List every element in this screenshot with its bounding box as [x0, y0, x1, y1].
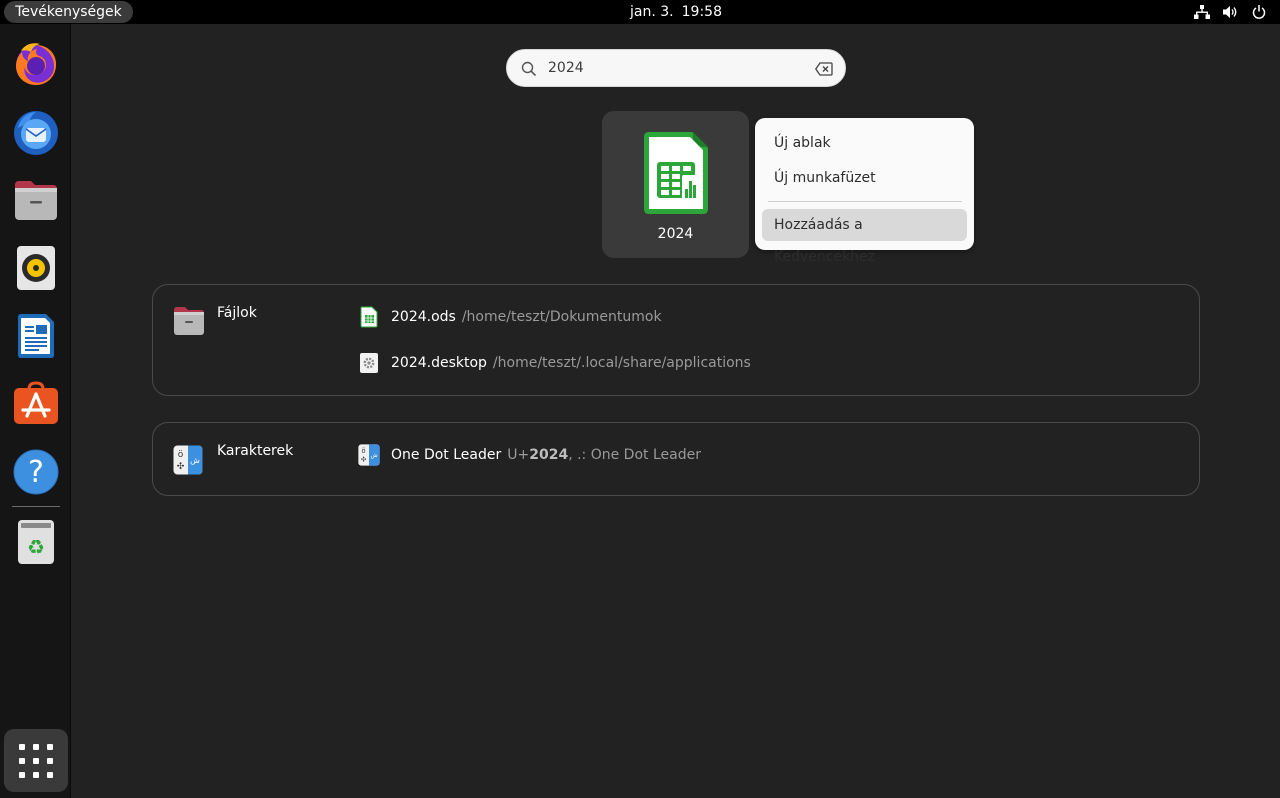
svg-text:ö: ö	[178, 450, 184, 460]
file-name: 2024.ods	[391, 309, 456, 325]
menu-separator	[768, 201, 962, 202]
system-tray[interactable]	[1194, 3, 1266, 21]
menu-item-new-spreadsheet[interactable]: Új munkafüzet	[762, 162, 967, 194]
svg-text:✣: ✣	[361, 456, 367, 464]
app-result-label: 2024	[657, 226, 694, 242]
characters-app-icon: ö ✣ ش	[173, 445, 203, 479]
search-input[interactable]: 2024	[506, 49, 846, 87]
file-result-row[interactable]: 2024.ods /home/teszt/Dokumentumok	[357, 305, 662, 329]
spreadsheet-file-icon	[357, 305, 381, 329]
clock-date: jan. 3.	[630, 4, 674, 20]
file-result-row[interactable]: 2024.desktop /home/teszt/.local/share/ap…	[357, 351, 751, 375]
file-path: /home/teszt/Dokumentumok	[461, 309, 662, 325]
desktop-file-icon	[357, 351, 381, 375]
libreoffice-calc-icon	[642, 131, 710, 219]
character-name: One Dot Leader	[391, 447, 502, 463]
dock-separator	[12, 506, 60, 507]
character-result-row[interactable]: ö ✣ ش One Dot Leader U+2024, .: One Dot …	[357, 443, 701, 467]
menu-item-add-to-favorites[interactable]: Hozzáadás a Kedvencekhez	[762, 209, 967, 265]
svg-text:?: ?	[28, 455, 44, 490]
search-value[interactable]: 2024	[548, 50, 584, 86]
menu-item-new-window[interactable]: Új ablak	[762, 127, 967, 159]
thunderbird-icon[interactable]	[10, 106, 62, 158]
files-icon[interactable]	[10, 174, 62, 226]
svg-text:ö: ö	[361, 447, 365, 455]
network-icon[interactable]	[1194, 5, 1210, 19]
file-path: /home/teszt/.local/share/applications	[492, 355, 751, 371]
svg-text:♻: ♻	[27, 535, 45, 559]
context-menu: Új ablak Új munkafüzet Hozzáadás a Kedve…	[755, 118, 974, 265]
search-icon	[521, 61, 537, 81]
activities-button[interactable]: Tevékenységek	[4, 1, 133, 23]
clock-time: 19:58	[681, 4, 722, 20]
firefox-icon[interactable]	[10, 38, 62, 90]
svg-text:✣: ✣	[177, 462, 185, 472]
trash-icon[interactable]: ♻	[10, 516, 62, 568]
top-bar: Tevékenységek jan. 3. 19:58	[0, 0, 1280, 24]
app-center-icon[interactable]	[10, 378, 62, 430]
files-results-panel: Fájlok 2024.ods /home/teszt/Dokumentumok…	[152, 284, 1200, 396]
dock: ? ♻	[0, 24, 71, 798]
files-icon	[173, 306, 205, 340]
svg-text:ش: ش	[190, 456, 200, 465]
file-name: 2024.desktop	[391, 355, 487, 371]
volume-icon[interactable]	[1223, 5, 1239, 19]
characters-app-icon: ö ✣ ش	[357, 443, 381, 467]
characters-results-panel: ö ✣ ش Karakterek ö ✣ ش One Dot Leader U+…	[152, 422, 1200, 496]
app-result-2024[interactable]: 2024	[602, 111, 749, 258]
clear-search-icon[interactable]	[815, 61, 833, 80]
power-icon[interactable]	[1252, 5, 1266, 19]
character-code: U+2024, .: One Dot Leader	[507, 447, 701, 463]
svg-text:ش: ش	[371, 453, 378, 459]
libreoffice-writer-icon[interactable]	[10, 310, 62, 362]
apps-grid-icon	[19, 743, 53, 778]
files-panel-title: Fájlok	[217, 305, 257, 321]
help-icon[interactable]: ?	[10, 446, 62, 498]
show-apps-button[interactable]	[4, 729, 68, 792]
characters-panel-title: Karakterek	[217, 443, 294, 459]
clock[interactable]: jan. 3. 19:58	[560, 0, 792, 24]
rhythmbox-icon[interactable]	[10, 242, 62, 294]
